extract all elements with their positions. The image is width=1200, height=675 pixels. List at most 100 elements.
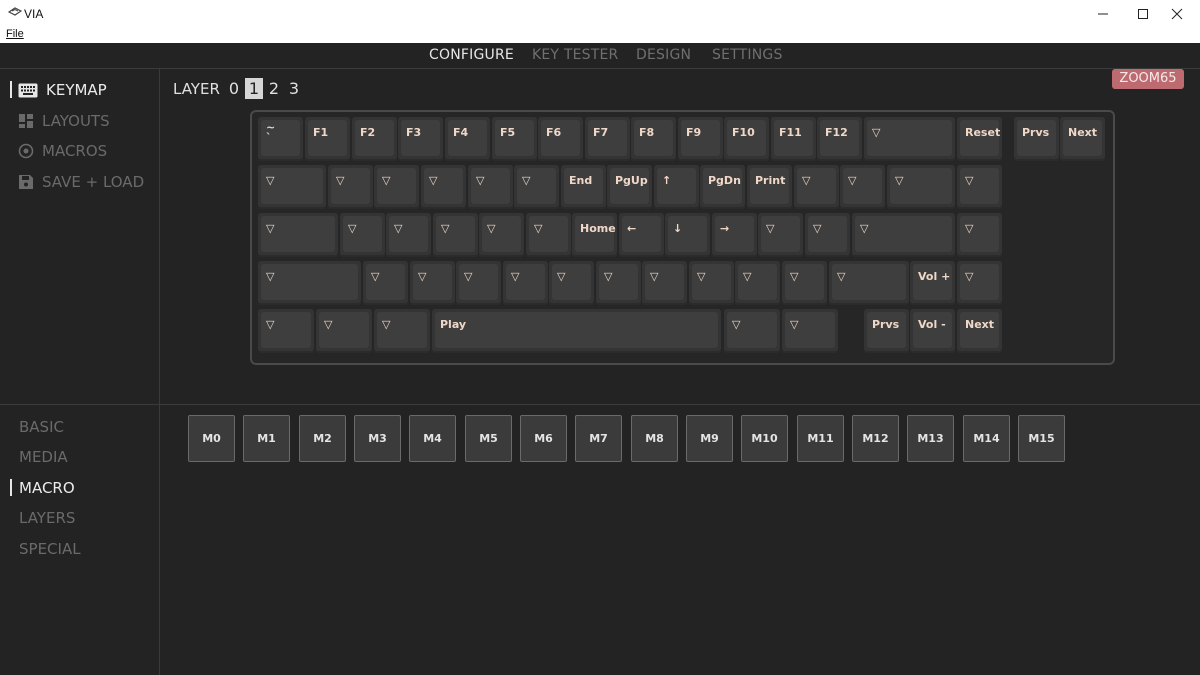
keyboard-key[interactable]: Next bbox=[957, 309, 1002, 353]
macro-key-button[interactable]: M15 bbox=[1018, 415, 1065, 462]
keyboard-key[interactable]: F5 bbox=[492, 117, 537, 161]
keyboard-key[interactable]: ~ ` bbox=[258, 117, 303, 161]
category-special[interactable]: SPECIAL bbox=[19, 540, 81, 558]
keyboard-key[interactable]: ▽ bbox=[410, 261, 455, 305]
keyboard-key[interactable]: F10 bbox=[724, 117, 769, 161]
keyboard-key[interactable]: F1 bbox=[305, 117, 350, 161]
keyboard-key[interactable]: ▽ bbox=[258, 165, 326, 209]
keyboard-key[interactable]: F3 bbox=[398, 117, 443, 161]
keyboard-key[interactable]: Home bbox=[572, 213, 617, 257]
keyboard-key[interactable]: ▽ bbox=[363, 261, 408, 305]
keyboard-key[interactable]: ▽ bbox=[549, 261, 594, 305]
macro-key-button[interactable]: M5 bbox=[465, 415, 512, 462]
keyboard-key[interactable]: F9 bbox=[678, 117, 723, 161]
keyboard-key[interactable]: F2 bbox=[352, 117, 397, 161]
keyboard-key[interactable]: ▽ bbox=[805, 213, 850, 257]
keyboard-key[interactable]: F7 bbox=[585, 117, 630, 161]
keyboard-key[interactable]: ▽ bbox=[374, 165, 419, 209]
keyboard-key[interactable]: ▽ bbox=[374, 309, 431, 353]
tab-configure[interactable]: CONFIGURE bbox=[429, 47, 514, 63]
sidebar-item-keymap[interactable]: KEYMAP bbox=[18, 81, 107, 99]
keyboard-key[interactable]: ▽ bbox=[852, 213, 955, 257]
keyboard-key[interactable]: Reset bbox=[957, 117, 1002, 161]
keyboard-key[interactable]: End bbox=[561, 165, 606, 209]
keyboard-key[interactable]: Vol + bbox=[910, 261, 955, 305]
keyboard-key[interactable]: ▽ bbox=[258, 261, 361, 305]
macro-key-button[interactable]: M2 bbox=[299, 415, 346, 462]
close-button[interactable] bbox=[1154, 0, 1200, 27]
keyboard-key[interactable]: ▽ bbox=[468, 165, 513, 209]
keyboard-key[interactable]: ▽ bbox=[421, 165, 466, 209]
layer-3-button[interactable]: 3 bbox=[285, 78, 303, 99]
category-media[interactable]: MEDIA bbox=[19, 448, 68, 466]
keyboard-key[interactable]: ▽ bbox=[782, 261, 827, 305]
macro-key-button[interactable]: M6 bbox=[520, 415, 567, 462]
keyboard-key[interactable]: ▽ bbox=[340, 213, 385, 257]
keyboard-key[interactable]: ▽ bbox=[829, 261, 909, 305]
tab-design[interactable]: DESIGN bbox=[636, 47, 691, 63]
keyboard-key[interactable]: Prvs bbox=[1014, 117, 1059, 161]
keyboard-key[interactable]: ▽ bbox=[642, 261, 687, 305]
keyboard-key[interactable]: Play bbox=[432, 309, 722, 353]
macro-key-button[interactable]: M4 bbox=[409, 415, 456, 462]
keyboard-key[interactable]: ▽ bbox=[758, 213, 803, 257]
category-basic[interactable]: BASIC bbox=[19, 418, 64, 436]
keyboard-key[interactable]: ▽ bbox=[328, 165, 373, 209]
keyboard-key[interactable]: F12 bbox=[817, 117, 862, 161]
keyboard-key[interactable]: ▽ bbox=[433, 213, 478, 257]
keyboard-key[interactable]: ▽ bbox=[864, 117, 956, 161]
keyboard-key[interactable]: Vol - bbox=[910, 309, 955, 353]
macro-key-button[interactable]: M14 bbox=[963, 415, 1010, 462]
sidebar-item-save-load[interactable]: SAVE + LOAD bbox=[18, 173, 144, 191]
keyboard-key[interactable]: ▽ bbox=[957, 261, 1002, 305]
keyboard-key[interactable]: ▽ bbox=[840, 165, 885, 209]
keyboard-key[interactable]: ▽ bbox=[479, 213, 524, 257]
keyboard-key[interactable]: F6 bbox=[538, 117, 583, 161]
keyboard-key[interactable]: ▽ bbox=[316, 309, 373, 353]
layer-1-button[interactable]: 1 bbox=[245, 78, 263, 99]
keyboard-key[interactable]: ▽ bbox=[735, 261, 780, 305]
keyboard-key[interactable]: ▽ bbox=[887, 165, 955, 209]
macro-key-button[interactable]: M8 bbox=[631, 415, 678, 462]
keyboard-key[interactable]: Print bbox=[747, 165, 792, 209]
keyboard-key[interactable]: ▽ bbox=[526, 213, 571, 257]
keyboard-key[interactable]: F4 bbox=[445, 117, 490, 161]
device-badge[interactable]: ZOOM65 bbox=[1112, 69, 1184, 89]
keyboard-key[interactable]: ▽ bbox=[503, 261, 548, 305]
keyboard-key[interactable]: ▽ bbox=[782, 309, 839, 353]
keyboard-key[interactable]: ▽ bbox=[386, 213, 431, 257]
tab-key-tester[interactable]: KEY TESTER bbox=[532, 47, 618, 63]
macro-key-button[interactable]: M3 bbox=[354, 415, 401, 462]
macro-key-button[interactable]: M11 bbox=[797, 415, 844, 462]
keyboard-key[interactable]: ▽ bbox=[514, 165, 559, 209]
keyboard-key[interactable]: ← bbox=[619, 213, 664, 257]
menu-file[interactable]: File bbox=[6, 28, 24, 40]
keyboard-key[interactable]: ▽ bbox=[957, 213, 1002, 257]
keyboard-key[interactable]: F8 bbox=[631, 117, 676, 161]
category-layers[interactable]: LAYERS bbox=[19, 509, 75, 527]
keyboard-key[interactable]: → bbox=[712, 213, 757, 257]
sidebar-item-macros[interactable]: MACROS bbox=[18, 142, 107, 160]
keyboard-key[interactable]: Prvs bbox=[864, 309, 909, 353]
keyboard-key[interactable]: PgUp bbox=[607, 165, 652, 209]
keyboard-key[interactable]: ▽ bbox=[258, 213, 338, 257]
keyboard-key[interactable]: ▽ bbox=[794, 165, 839, 209]
layer-0-button[interactable]: 0 bbox=[225, 78, 243, 99]
keyboard-key[interactable]: ▽ bbox=[596, 261, 641, 305]
macro-key-button[interactable]: M9 bbox=[686, 415, 733, 462]
keyboard-key[interactable]: Next bbox=[1060, 117, 1105, 161]
macro-key-button[interactable]: M10 bbox=[741, 415, 788, 462]
keyboard-key[interactable]: ▽ bbox=[957, 165, 1002, 209]
keyboard-key[interactable]: ▽ bbox=[689, 261, 734, 305]
category-macro[interactable]: MACRO bbox=[19, 479, 75, 497]
keyboard-key[interactable]: ↑ bbox=[654, 165, 699, 209]
keyboard-key[interactable]: PgDn bbox=[700, 165, 745, 209]
keyboard-key[interactable]: ▽ bbox=[456, 261, 501, 305]
keyboard-key[interactable]: F11 bbox=[771, 117, 816, 161]
keyboard-key[interactable]: ▽ bbox=[724, 309, 781, 353]
macro-key-button[interactable]: M1 bbox=[243, 415, 290, 462]
macro-key-button[interactable]: M13 bbox=[907, 415, 954, 462]
macro-key-button[interactable]: M12 bbox=[852, 415, 899, 462]
tab-settings[interactable]: SETTINGS bbox=[712, 47, 783, 63]
keyboard-key[interactable]: ↓ bbox=[665, 213, 710, 257]
